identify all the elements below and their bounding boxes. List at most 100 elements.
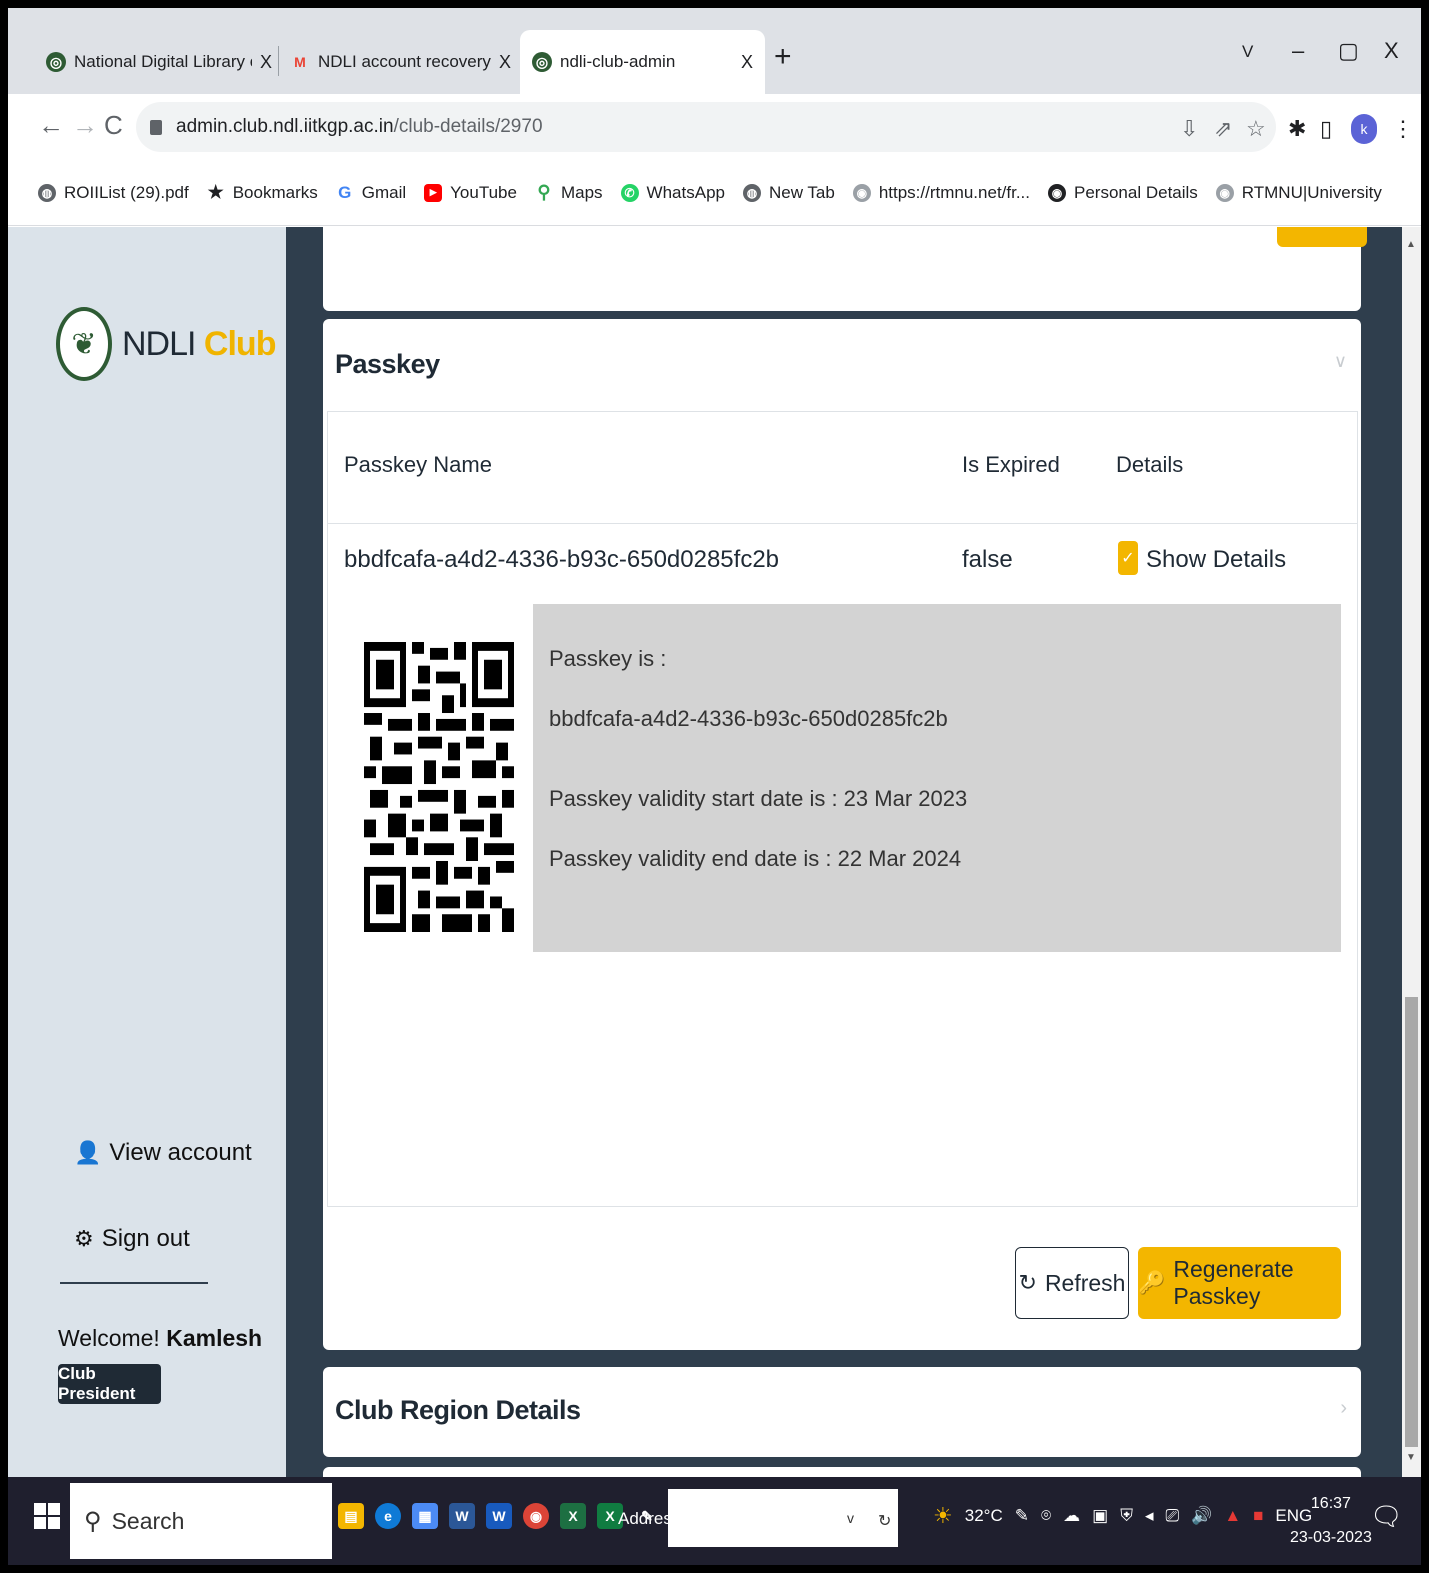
record-icon[interactable]: ■	[1253, 1506, 1263, 1526]
close-tab-icon[interactable]: X	[260, 52, 272, 73]
ndli-club-logo[interactable]: ❦ NDLI Club	[56, 307, 277, 381]
weather-temp[interactable]: 32°C	[965, 1506, 1003, 1526]
tab-search-icon[interactable]: V	[1242, 42, 1253, 62]
pdf-icon[interactable]: ▲	[1224, 1506, 1241, 1526]
refresh-button[interactable]: ↻ Refresh	[1015, 1247, 1129, 1319]
bookmark-youtube[interactable]: ▶ YouTube	[424, 183, 517, 203]
taskbar-search[interactable]: ⚲ Search	[70, 1483, 332, 1559]
security-icon[interactable]: ⛨	[1120, 1506, 1133, 1526]
volume-icon[interactable]: 🔊	[1191, 1506, 1212, 1526]
edge-icon[interactable]: e	[375, 1503, 401, 1529]
address-dropdown-icon[interactable]: v	[847, 1510, 854, 1526]
ndli-favicon-icon: ◎	[46, 52, 66, 72]
windows-start-icon[interactable]	[34, 1503, 60, 1529]
tab-ndli-home[interactable]: ◎ National Digital Library of India X	[34, 30, 284, 94]
extensions-icon[interactable]: ✱	[1288, 116, 1306, 142]
install-icon[interactable]: ⇩	[1180, 116, 1198, 142]
bookmark-gmail[interactable]: G Gmail	[336, 183, 406, 203]
forward-arrow-icon[interactable]: →	[72, 110, 98, 141]
table-header-row: Passkey Name Is Expired Details	[328, 412, 1357, 524]
chevron-right-icon[interactable]: ›	[1340, 1397, 1347, 1420]
bookmark-label: RTMNU|University	[1241, 182, 1382, 202]
globe-icon: ◍	[38, 183, 56, 202]
scroll-down-arrow-icon[interactable]: ▼	[1406, 1452, 1416, 1463]
weather-icon[interactable]: ☀	[933, 1503, 953, 1529]
chevron-down-icon[interactable]: ∨	[1334, 351, 1347, 372]
address-bar[interactable]: admin.club.ndl.iitkgp.ac.in/club-details…	[136, 102, 1276, 152]
bookmark-roiilist[interactable]: ◍ ROIIList (29).pdf	[38, 183, 189, 203]
main-content: Passkey ∨ Passkey Name Is Expired Detail…	[286, 227, 1402, 1487]
bookmark-new-tab[interactable]: ◍ New Tab	[742, 182, 835, 203]
logo-text-club: Club	[203, 324, 277, 363]
bookmark-rtmnu-university[interactable]: ◉ RTMNU|University	[1215, 182, 1382, 203]
tab-gmail[interactable]: M NDLI account recovery - scmmal X	[278, 30, 523, 94]
bookmark-label: Maps	[560, 182, 603, 202]
tab-ndli-club-admin[interactable]: ◎ ndli-club-admin X	[520, 30, 765, 94]
view-account-label: View account	[109, 1139, 252, 1166]
side-panel-icon[interactable]: ▯	[1320, 116, 1332, 142]
club-region-details-card[interactable]: Club Region Details ›	[323, 1367, 1361, 1457]
chrome-icon[interactable]: ◉	[523, 1503, 549, 1529]
view-account-link[interactable]: 👤 View account	[74, 1139, 252, 1167]
bookmark-star-icon[interactable]: ☆	[1246, 116, 1266, 142]
show-details-checkbox[interactable]: ✓	[1118, 541, 1138, 575]
passkey-table: Passkey Name Is Expired Details bbdfcafa…	[327, 411, 1358, 1207]
address-go-icon[interactable]: ↻	[878, 1511, 891, 1531]
restore-button[interactable]: ▢	[1338, 38, 1359, 64]
bookmark-whatsapp[interactable]: ✆ WhatsApp	[620, 183, 725, 203]
site-icon: ◉	[852, 183, 871, 202]
bookmark-label: ROIIList (29).pdf	[64, 182, 189, 202]
bookmark-rtmnu-net[interactable]: ◉ https://rtmnu.net/fr...	[852, 182, 1031, 203]
url-host: admin.club.ndl.iitkgp.ac.in	[176, 116, 394, 137]
cloud-icon[interactable]: ☁	[1063, 1506, 1080, 1526]
close-tab-icon[interactable]: X	[741, 52, 753, 73]
word-icon[interactable]: W	[449, 1503, 475, 1529]
file-explorer-icon[interactable]: ▤	[338, 1503, 364, 1529]
column-header-passkey-name: Passkey Name	[344, 452, 492, 477]
scrollbar-thumb[interactable]	[1405, 997, 1418, 1447]
profile-avatar[interactable]: k	[1351, 114, 1377, 144]
passkey-qr-code	[364, 642, 514, 932]
search-label: Search	[111, 1507, 185, 1534]
chevron-left-icon[interactable]: ◂	[1145, 1506, 1154, 1526]
refresh-label: Refresh	[1044, 1269, 1126, 1296]
new-tab-button[interactable]: +	[774, 40, 792, 74]
system-tray: ☀ 32°C ✎ ⌾ ☁ ▣ ⛨ ◂ ⎚ 🔊 ▲ ■ ENG	[933, 1503, 1324, 1529]
sign-out-link[interactable]: ⚙ Sign out	[74, 1225, 190, 1253]
ndli-favicon-icon: ◎	[532, 52, 552, 72]
regenerate-passkey-button[interactable]: 🔑 Regenerate Passkey	[1138, 1247, 1341, 1319]
word-doc-icon[interactable]: W	[486, 1503, 512, 1529]
reload-icon[interactable]: C	[104, 110, 123, 141]
address-toolbar-input[interactable]: v	[668, 1489, 898, 1547]
app-tray-icon[interactable]: ▣	[1092, 1506, 1108, 1526]
club-region-details-title: Club Region Details	[335, 1395, 581, 1425]
show-details-label[interactable]: Show Details	[1146, 546, 1286, 574]
clock[interactable]: 16:37 23-03-2023	[1290, 1487, 1372, 1555]
bookmark-bookmarks[interactable]: ★ Bookmarks	[207, 182, 318, 203]
previous-card-button[interactable]	[1277, 227, 1367, 247]
close-tab-icon[interactable]: X	[499, 52, 511, 73]
bookmark-label: New Tab	[768, 182, 835, 202]
back-arrow-icon[interactable]: ←	[38, 110, 64, 141]
search-icon: ⚲	[84, 1507, 102, 1535]
pen-icon[interactable]: ✎	[1015, 1506, 1029, 1526]
site-icon: ◉	[1048, 183, 1067, 202]
bookmark-personal-details[interactable]: ◉ Personal Details	[1048, 183, 1198, 203]
meet-icon[interactable]: ⌾	[1041, 1506, 1051, 1526]
bookmark-maps[interactable]: ⚲ Maps	[535, 182, 603, 203]
tab-title: National Digital Library of India	[74, 52, 252, 71]
bookmark-label: https://rtmnu.net/fr...	[878, 182, 1031, 202]
bookmark-label: YouTube	[450, 182, 517, 202]
share-icon[interactable]: ⇗	[1214, 116, 1232, 142]
scroll-up-arrow-icon[interactable]: ▲	[1406, 239, 1416, 250]
maps-icon: ⚲	[537, 182, 551, 202]
store-icon[interactable]: ▦	[412, 1503, 438, 1529]
close-window-button[interactable]: X	[1384, 38, 1399, 64]
menu-kebab-icon[interactable]: ⋮	[1392, 116, 1414, 142]
minimize-button[interactable]: –	[1292, 38, 1304, 64]
clock-date: 23-03-2023	[1290, 1529, 1372, 1546]
network-icon[interactable]: ⎚	[1166, 1506, 1180, 1526]
excel-icon[interactable]: X	[560, 1503, 586, 1529]
notifications-icon[interactable]: 🗨	[1370, 1501, 1403, 1532]
page-scrollbar[interactable]: ▲ ▼	[1402, 227, 1421, 1477]
